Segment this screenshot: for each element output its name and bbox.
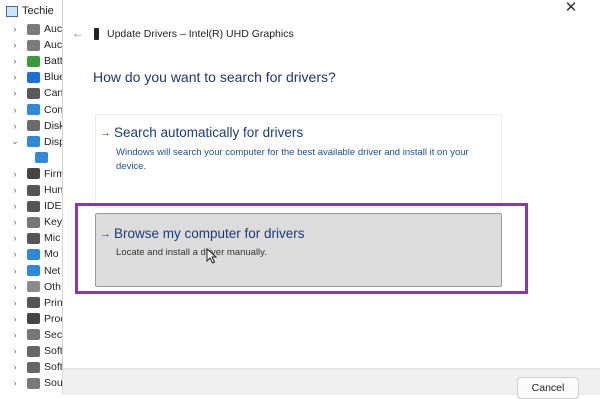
chevron-right-icon[interactable]: › xyxy=(11,378,19,388)
device-category-icon xyxy=(27,313,40,324)
chevron-right-icon[interactable]: › xyxy=(11,362,19,372)
device-category-icon xyxy=(27,136,40,147)
device-category-icon xyxy=(27,201,40,212)
device-category-icon xyxy=(27,217,40,228)
tree-item-label: Batt xyxy=(44,55,63,67)
cancel-button[interactable]: Cancel xyxy=(517,377,579,399)
tree-root-label: Techie xyxy=(22,5,54,17)
tree-item[interactable]: ›Stor xyxy=(0,390,70,394)
device-category-icon xyxy=(27,233,40,244)
chevron-right-icon[interactable]: › xyxy=(11,88,19,98)
chevron-right-icon[interactable]: › xyxy=(11,40,19,50)
close-button[interactable]: ✕ xyxy=(561,0,581,18)
chevron-right-icon[interactable]: › xyxy=(11,217,19,227)
device-category-icon xyxy=(27,281,40,292)
chevron-right-icon[interactable]: › xyxy=(11,56,19,66)
tree-item-label: Sec xyxy=(44,329,62,341)
tree-item-label: Soft xyxy=(44,361,63,373)
close-icon: ✕ xyxy=(565,0,578,16)
chevron-right-icon[interactable]: › xyxy=(11,185,19,195)
tree-item-label: Prin xyxy=(44,297,63,309)
tree-item-label: IDE xyxy=(44,200,62,212)
device-category-icon xyxy=(27,297,40,308)
tree-root[interactable]: Techie xyxy=(6,3,54,19)
device-category-icon xyxy=(27,88,40,99)
chevron-right-icon[interactable]: › xyxy=(11,314,19,324)
chevron-down-icon[interactable]: ⌄ xyxy=(11,136,19,147)
page-question: How do you want to search for drivers? xyxy=(93,69,336,85)
device-category-icon xyxy=(27,40,40,51)
chevron-right-icon[interactable]: › xyxy=(11,105,19,115)
option-description: Windows will search your computer for th… xyxy=(116,146,501,174)
device-category-icon xyxy=(27,168,40,179)
mouse-cursor-icon xyxy=(206,248,218,264)
chevron-right-icon[interactable]: › xyxy=(11,24,19,34)
tree-item-label: Con xyxy=(44,104,63,116)
back-arrow-icon[interactable]: ← xyxy=(71,26,85,40)
dialog-footer: Cancel xyxy=(63,368,600,395)
tree-item-label: Oth xyxy=(44,281,61,293)
device-category-icon xyxy=(27,120,40,131)
chevron-right-icon[interactable]: › xyxy=(11,282,19,292)
device-category-icon xyxy=(27,24,40,35)
chevron-right-icon[interactable]: › xyxy=(11,169,19,179)
device-category-icon xyxy=(27,104,40,115)
tree-item-label: Soft xyxy=(44,345,63,357)
search-automatically-option[interactable]: → Search automatically for drivers Windo… xyxy=(95,114,502,208)
tree-item-label: Auc xyxy=(44,23,62,35)
computer-icon xyxy=(6,6,18,17)
device-category-icon xyxy=(27,265,40,276)
chevron-right-icon[interactable]: › xyxy=(11,249,19,259)
tree-item-label: Mo xyxy=(44,248,59,260)
device-icon xyxy=(94,28,99,40)
device-category-icon xyxy=(27,378,40,389)
option-head: → Browse my computer for drivers xyxy=(100,226,305,241)
update-drivers-dialog: ✕ ← Update Drivers – Intel(R) UHD Graphi… xyxy=(62,0,600,394)
chevron-right-icon[interactable]: › xyxy=(11,330,19,340)
dialog-title: Update Drivers – Intel(R) UHD Graphics xyxy=(107,28,294,40)
tree-item-label: Hun xyxy=(44,184,63,196)
chevron-right-icon[interactable]: › xyxy=(11,266,19,276)
option-title: Browse my computer for drivers xyxy=(114,226,305,241)
tree-item-label: Key xyxy=(44,216,62,228)
option-title: Search automatically for drivers xyxy=(114,125,303,140)
device-category-icon xyxy=(27,329,40,340)
device-category-icon xyxy=(27,72,40,83)
chevron-right-icon[interactable]: › xyxy=(11,233,19,243)
tree-item-label: Can xyxy=(44,87,63,99)
dialog-title-row: Update Drivers – Intel(R) UHD Graphics xyxy=(94,26,294,42)
option-head: → Search automatically for drivers xyxy=(100,125,303,140)
tree-item-label: Auc xyxy=(44,39,62,51)
chevron-right-icon[interactable]: › xyxy=(11,72,19,82)
device-category-icon xyxy=(27,346,40,357)
device-category-icon xyxy=(35,152,48,163)
tree-item-label: Mic xyxy=(44,232,60,244)
device-tree: Techie ›Auc›Auc›Batt›Blue›Can›Con›Disk⌄D… xyxy=(0,0,70,394)
arrow-right-icon: → xyxy=(100,228,114,240)
device-category-icon xyxy=(27,185,40,196)
chevron-right-icon[interactable]: › xyxy=(11,346,19,356)
arrow-right-icon: → xyxy=(100,127,114,139)
device-category-icon xyxy=(27,249,40,260)
chevron-right-icon[interactable]: › xyxy=(11,201,19,211)
device-category-icon xyxy=(27,56,40,67)
browse-computer-option[interactable]: → Browse my computer for drivers Locate … xyxy=(95,213,502,287)
tree-item-label: Net xyxy=(44,265,60,277)
chevron-right-icon[interactable]: › xyxy=(11,121,19,131)
chevron-right-icon[interactable]: › xyxy=(11,298,19,308)
device-category-icon xyxy=(27,362,40,373)
option-description: Locate and install a driver manually. xyxy=(116,246,501,260)
